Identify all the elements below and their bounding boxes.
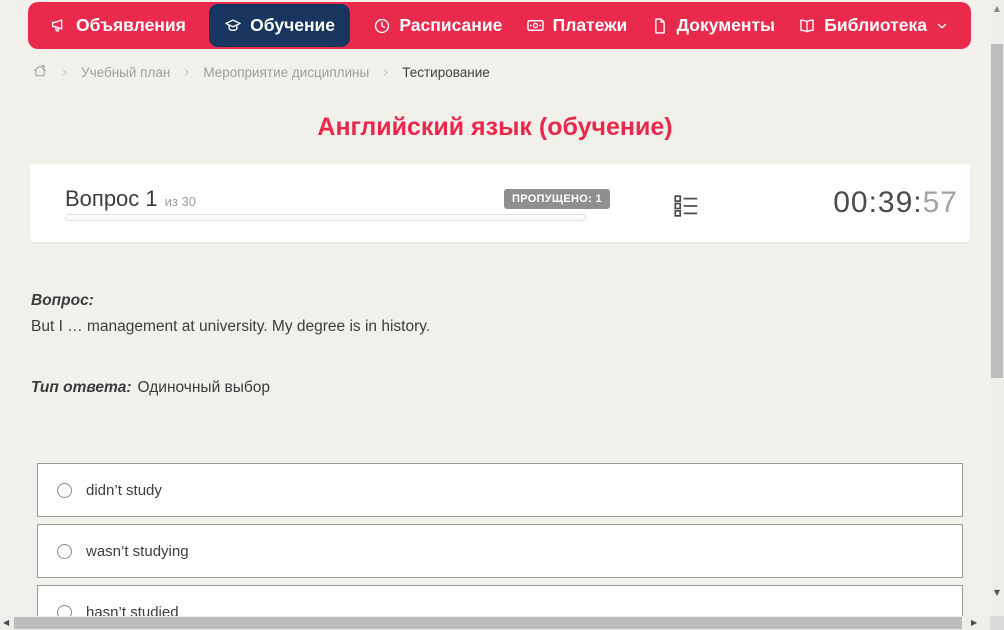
breadcrumb-item-curriculum[interactable]: Учебный план [81, 65, 170, 80]
clock-icon [373, 17, 391, 35]
nav-item-label: Объявления [76, 15, 186, 36]
skipped-badge: ПРОПУЩЕНО: 1 [504, 189, 610, 209]
banknote-icon [526, 16, 545, 35]
breadcrumb-separator-icon [59, 67, 70, 78]
nav-item-announcements[interactable]: Объявления [50, 15, 186, 36]
graduation-cap-icon [224, 17, 242, 35]
answer-option-label: hasn’t studied [86, 604, 179, 617]
screen: Объявления Обучение Расписание Платежи [0, 0, 1004, 630]
nav-item-label: Обучение [250, 15, 335, 36]
nav-item-label: Библиотека [824, 15, 927, 36]
breadcrumb: Учебный план Мероприятие дисциплины Тест… [32, 62, 490, 82]
answer-option-3[interactable]: hasn’t studied [37, 585, 963, 616]
radio-button[interactable] [57, 483, 72, 498]
question-prompt-text: But I … management at university. My deg… [31, 318, 430, 336]
document-icon [651, 17, 669, 35]
nav-item-learning[interactable]: Обучение [209, 4, 350, 47]
nav-item-label: Расписание [399, 15, 502, 36]
book-icon [798, 17, 816, 35]
breadcrumb-separator-icon [181, 67, 192, 78]
question-list-icon[interactable] [671, 191, 701, 221]
nav-item-schedule[interactable]: Расписание [373, 15, 502, 36]
answer-type-value: Одиночный выбор [138, 379, 271, 396]
scroll-left-arrow-icon[interactable]: ◀ [3, 618, 9, 628]
nav-item-library[interactable]: Библиотека [798, 15, 949, 36]
countdown-timer: 00:39:57 [833, 186, 958, 220]
radio-button[interactable] [57, 544, 72, 559]
breadcrumb-item-discipline-event[interactable]: Мероприятие дисциплины [203, 65, 369, 80]
question-number: Вопрос 1 [65, 186, 158, 212]
breadcrumb-separator-icon [380, 67, 391, 78]
megaphone-icon [50, 17, 68, 35]
answer-type-line: Тип ответа: Одиночный выбор [31, 379, 270, 397]
answer-options: didn’t study wasn’t studying hasn’t stud… [37, 463, 963, 616]
top-navigation: Объявления Обучение Расписание Платежи [28, 2, 971, 49]
nav-item-payments[interactable]: Платежи [526, 15, 628, 36]
question-total: из 30 [165, 194, 196, 209]
nav-item-label: Документы [677, 15, 775, 36]
progress-bar [65, 214, 586, 221]
page-title: Английский язык (обучение) [0, 113, 990, 142]
timer-seconds: 57 [923, 186, 958, 219]
scroll-right-arrow-icon[interactable]: ▶ [971, 618, 977, 628]
horizontal-scrollbar[interactable]: ◀ ▶ [0, 616, 990, 630]
quiz-header-card: Вопрос 1 из 30 ПРОПУЩЕНО: 1 00:39:57 [30, 164, 970, 242]
question-counter: Вопрос 1 из 30 [65, 186, 196, 212]
scroll-down-arrow-icon[interactable]: ▼ [990, 588, 1004, 598]
nav-item-label: Платежи [553, 15, 628, 36]
radio-button[interactable] [57, 605, 72, 617]
horizontal-scrollbar-thumb[interactable] [14, 617, 962, 629]
vertical-scrollbar-thumb[interactable] [991, 44, 1003, 378]
chevron-down-icon [935, 19, 949, 33]
vertical-scrollbar[interactable]: ▲ ▼ [990, 0, 1004, 616]
breadcrumb-item-testing: Тестирование [402, 65, 490, 80]
answer-option-label: wasn’t studying [86, 543, 189, 560]
scroll-up-arrow-icon[interactable]: ▲ [990, 4, 1004, 14]
main-content: Объявления Обучение Расписание Платежи [0, 0, 990, 616]
answer-option-1[interactable]: didn’t study [37, 463, 963, 517]
question-prompt-label: Вопрос: [31, 292, 94, 310]
scrollbar-corner [990, 616, 1004, 630]
answer-type-label: Тип ответа: [31, 379, 132, 396]
answer-option-label: didn’t study [86, 482, 162, 499]
answer-option-2[interactable]: wasn’t studying [37, 524, 963, 578]
timer-hours-minutes: 00:39: [833, 186, 922, 219]
home-icon[interactable] [32, 63, 48, 82]
nav-item-documents[interactable]: Документы [651, 15, 775, 36]
